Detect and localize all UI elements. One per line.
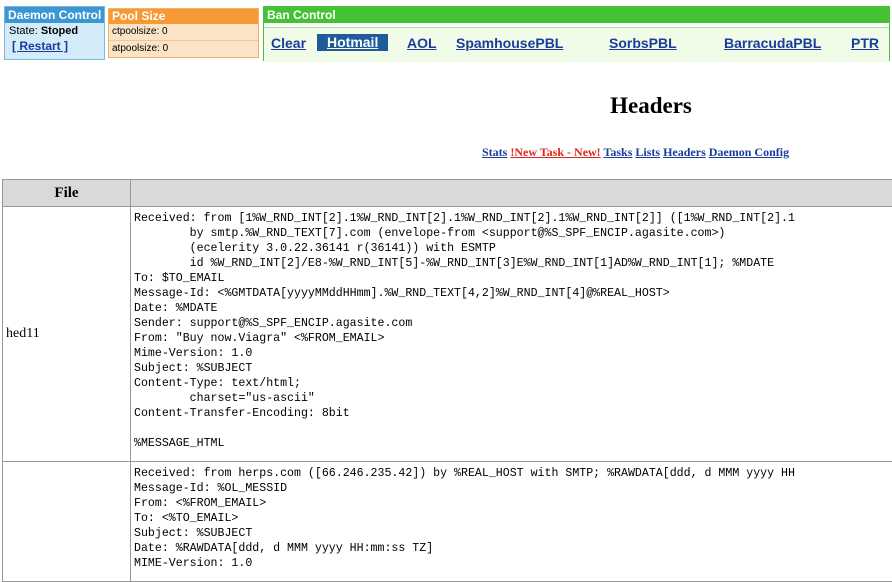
file-cell: hed11 [3,207,131,462]
table-row: hed11 Received: from [1%W_RND_INT[2].1%W… [3,207,892,462]
file-cell [3,462,131,582]
nav-new-task[interactable]: !New Task - New! [510,145,600,159]
ban-link-sorbspbl[interactable]: SorbsPBL [609,35,677,51]
pool-size-panel: Pool Size ctpoolsize: 0 atpoolsize: 0 [108,8,259,58]
column-header-content [131,180,892,207]
ban-control-title: Ban Control [264,7,889,23]
header-content-cell: Received: from herps.com ([66.246.235.42… [131,462,892,582]
header-content-cell: Received: from [1%W_RND_INT[2].1%W_RND_I… [131,207,892,462]
ban-link-ptr[interactable]: PTR [851,35,879,51]
nav-daemon-config[interactable]: Daemon Config [709,145,789,159]
ban-control-panel: Ban Control Clear Hotmail AOL SpamhouseP… [263,6,890,61]
daemon-state-value: Stoped [41,25,78,37]
ban-link-aol[interactable]: AOL [407,35,437,51]
table-row: Received: from herps.com ([66.246.235.42… [3,462,892,582]
headers-table: File hed11 Received: from [1%W_RND_INT[2… [2,179,892,582]
ban-link-hotmail[interactable]: Hotmail [317,34,388,51]
main-nav: Stats !New Task - New! Tasks Lists Heade… [482,145,789,160]
column-header-file: File [3,180,131,207]
pool-size-title: Pool Size [109,9,258,24]
daemon-control-title: Daemon Control [5,7,104,23]
header-text: Received: from herps.com ([66.246.235.42… [134,466,892,571]
page-title: Headers [0,93,892,119]
ctpoolsize-value: ctpoolsize: 0 [109,24,258,40]
header-text: Received: from [1%W_RND_INT[2].1%W_RND_I… [134,211,892,451]
ban-control-links: Clear Hotmail AOL SpamhousePBL SorbsPBL … [264,27,889,62]
ban-link-clear[interactable]: Clear [271,35,306,51]
atpoolsize-value: atpoolsize: 0 [109,40,258,57]
nav-lists[interactable]: Lists [635,145,660,159]
ban-link-spamhousepbl[interactable]: SpamhousePBL [456,35,563,51]
nav-tasks[interactable]: Tasks [603,145,632,159]
nav-headers[interactable]: Headers [663,145,706,159]
daemon-state: State: Stoped [5,23,104,37]
table-header-row: File [3,180,892,207]
daemon-control-panel: Daemon Control State: Stoped [ Restart ] [4,6,105,60]
nav-stats[interactable]: Stats [482,145,507,159]
daemon-state-label: State: [9,25,38,37]
restart-link[interactable]: [ Restart ] [5,39,68,53]
ban-link-barracudapbl[interactable]: BarracudaPBL [724,35,821,51]
